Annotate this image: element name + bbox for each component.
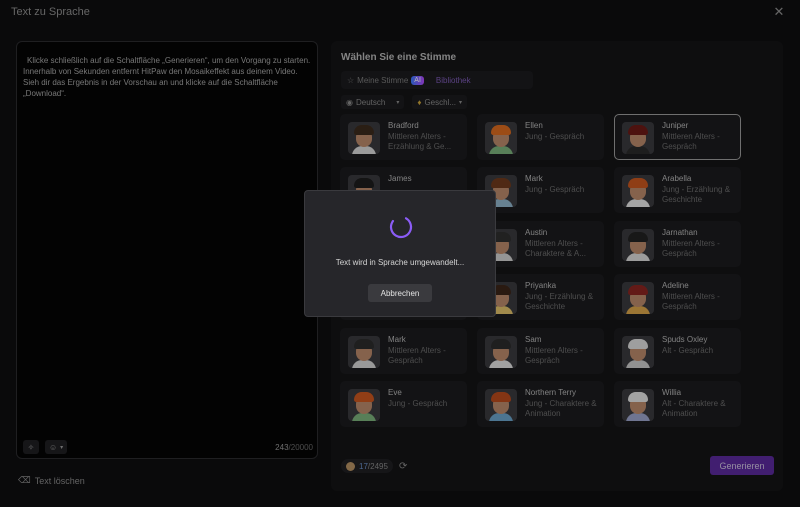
progress-message: Text wird in Sprache umgewandelt... bbox=[335, 258, 465, 267]
progress-dialog: Text wird in Sprache umgewandelt... Abbr… bbox=[304, 190, 496, 317]
cancel-button[interactable]: Abbrechen bbox=[368, 284, 432, 302]
loading-spinner-icon bbox=[389, 215, 413, 239]
